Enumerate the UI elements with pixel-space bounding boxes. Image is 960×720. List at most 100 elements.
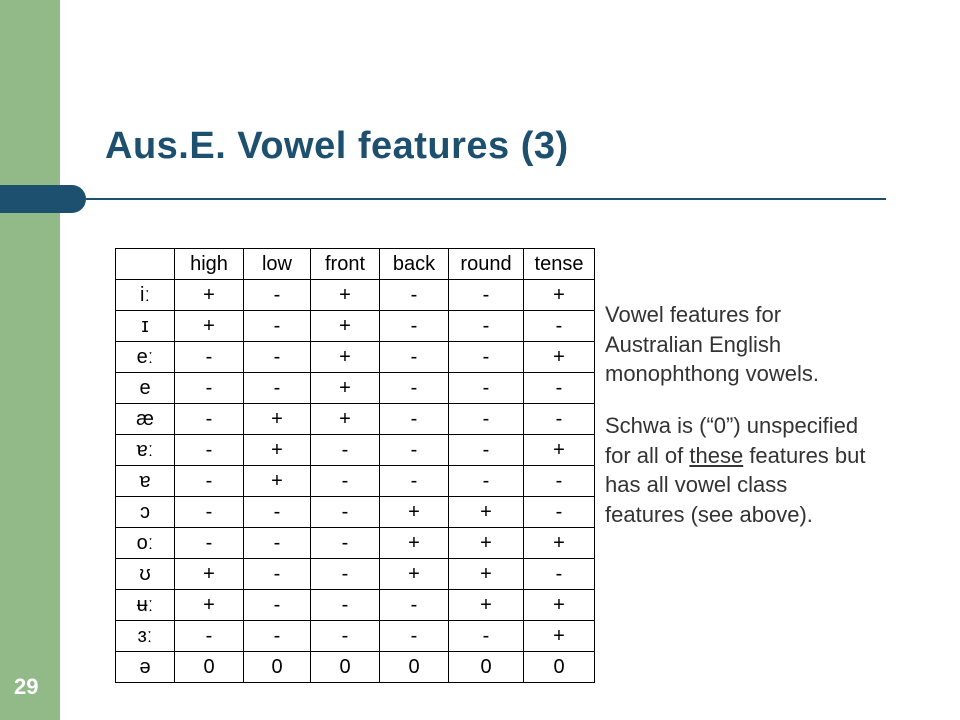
feature-cell: -	[175, 528, 244, 559]
feature-cell: -	[175, 497, 244, 528]
feature-cell: +	[380, 528, 449, 559]
vowel-feature-table: highlowfrontbackroundtenseiː+-+--+ɪ+-+--…	[115, 248, 595, 683]
feature-cell: -	[524, 373, 595, 404]
feature-cell: -	[380, 590, 449, 621]
table-header-low: low	[244, 249, 311, 280]
page-number: 29	[14, 674, 38, 700]
feature-cell: -	[449, 373, 524, 404]
feature-cell: -	[175, 435, 244, 466]
row-vowel-label: e	[116, 373, 175, 404]
feature-cell: +	[244, 404, 311, 435]
feature-cell: -	[380, 466, 449, 497]
feature-cell: -	[244, 342, 311, 373]
feature-cell: +	[311, 342, 380, 373]
feature-cell: 0	[175, 652, 244, 683]
row-vowel-label: iː	[116, 280, 175, 311]
feature-cell: +	[311, 311, 380, 342]
row-vowel-label: ɐ	[116, 466, 175, 497]
feature-cell: +	[244, 435, 311, 466]
table-row: ʊ+--++-	[116, 559, 595, 590]
feature-cell: -	[311, 559, 380, 590]
table-row: oː---+++	[116, 528, 595, 559]
feature-cell: +	[175, 559, 244, 590]
row-vowel-label: eː	[116, 342, 175, 373]
table-header-high: high	[175, 249, 244, 280]
feature-cell: +	[175, 590, 244, 621]
title-underline-line	[86, 198, 886, 200]
feature-cell: -	[244, 373, 311, 404]
table-row: ɔ---++-	[116, 497, 595, 528]
table-header-front: front	[311, 249, 380, 280]
feature-cell: -	[524, 466, 595, 497]
feature-cell: +	[524, 590, 595, 621]
title-underline-bar	[0, 185, 86, 213]
feature-cell: -	[175, 373, 244, 404]
table-row: ɪ+-+---	[116, 311, 595, 342]
side-text: Vowel features for Australian English mo…	[605, 300, 870, 552]
row-vowel-label: æ	[116, 404, 175, 435]
feature-cell: -	[380, 280, 449, 311]
feature-cell: 0	[380, 652, 449, 683]
feature-cell: -	[311, 590, 380, 621]
feature-cell: -	[311, 497, 380, 528]
feature-cell: 0	[449, 652, 524, 683]
feature-cell: +	[524, 435, 595, 466]
feature-cell: -	[311, 466, 380, 497]
side-p2-these: these	[689, 443, 743, 468]
feature-cell: -	[244, 528, 311, 559]
feature-cell: 0	[311, 652, 380, 683]
feature-cell: +	[244, 466, 311, 497]
feature-cell: -	[524, 404, 595, 435]
feature-cell: 0	[524, 652, 595, 683]
table-row: eː--+--+	[116, 342, 595, 373]
feature-cell: +	[175, 280, 244, 311]
feature-cell: -	[449, 404, 524, 435]
row-vowel-label: ʊ	[116, 559, 175, 590]
feature-cell: +	[380, 559, 449, 590]
feature-cell: -	[244, 311, 311, 342]
feature-cell: -	[524, 311, 595, 342]
feature-cell: -	[380, 373, 449, 404]
feature-cell: -	[449, 311, 524, 342]
feature-cell: +	[524, 280, 595, 311]
side-accent-band	[0, 0, 60, 720]
table-row: ə000000	[116, 652, 595, 683]
feature-cell: -	[175, 342, 244, 373]
table-row: æ-++---	[116, 404, 595, 435]
vowel-feature-table-wrap: highlowfrontbackroundtenseiː+-+--+ɪ+-+--…	[115, 248, 595, 683]
feature-cell: -	[380, 311, 449, 342]
table-corner-cell	[116, 249, 175, 280]
table-row: e--+---	[116, 373, 595, 404]
feature-cell: -	[244, 280, 311, 311]
feature-cell: +	[380, 497, 449, 528]
feature-cell: +	[524, 342, 595, 373]
feature-cell: -	[175, 404, 244, 435]
feature-cell: -	[380, 621, 449, 652]
feature-cell: +	[524, 621, 595, 652]
table-header-tense: tense	[524, 249, 595, 280]
table-header-round: round	[449, 249, 524, 280]
feature-cell: -	[449, 342, 524, 373]
table-row: iː+-+--+	[116, 280, 595, 311]
feature-cell: -	[175, 621, 244, 652]
row-vowel-label: ɜː	[116, 621, 175, 652]
row-vowel-label: ə	[116, 652, 175, 683]
feature-cell: -	[380, 435, 449, 466]
row-vowel-label: ɪ	[116, 311, 175, 342]
feature-cell: -	[449, 621, 524, 652]
feature-cell: +	[449, 590, 524, 621]
feature-cell: -	[311, 528, 380, 559]
feature-cell: -	[244, 621, 311, 652]
table-row: ɐ-+----	[116, 466, 595, 497]
feature-cell: -	[449, 466, 524, 497]
feature-cell: -	[311, 621, 380, 652]
feature-cell: -	[175, 466, 244, 497]
feature-cell: -	[244, 559, 311, 590]
table-row: ɐː-+---+	[116, 435, 595, 466]
feature-cell: +	[175, 311, 244, 342]
side-paragraph-2: Schwa is (“0”) unspecified for all of th…	[605, 411, 870, 530]
feature-cell: +	[311, 404, 380, 435]
feature-cell: -	[311, 435, 380, 466]
row-vowel-label: ʉː	[116, 590, 175, 621]
table-row: ɜː-----+	[116, 621, 595, 652]
